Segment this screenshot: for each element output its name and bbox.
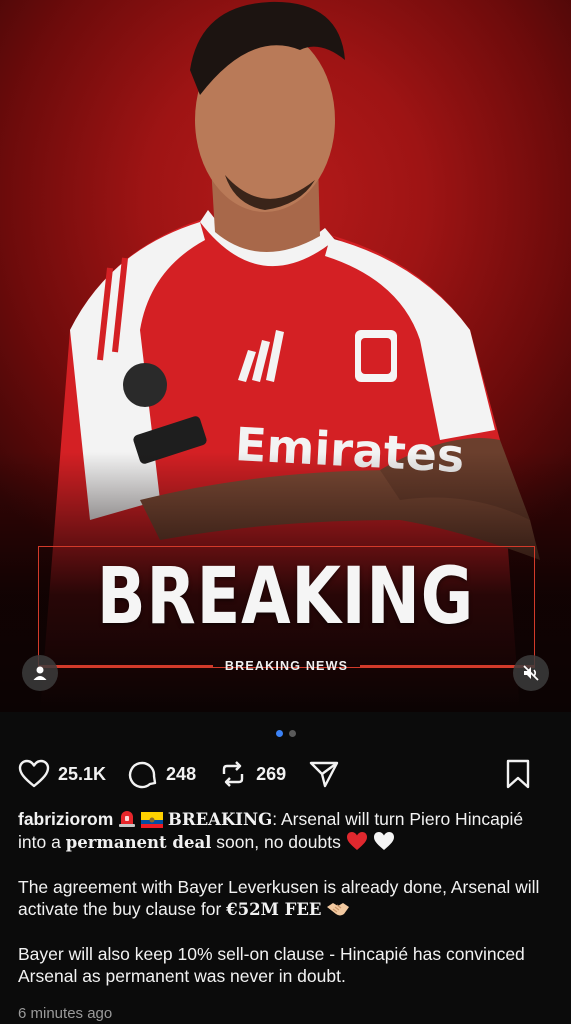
post-actions: 25.1K 248 269 <box>18 756 553 792</box>
bookmark-icon[interactable] <box>505 759 531 789</box>
like-action[interactable]: 25.1K <box>18 759 106 789</box>
username[interactable]: fabriziorom <box>18 809 113 829</box>
siren-icon <box>119 811 136 827</box>
caption-paragraph-2: The agreement with Bayer Leverkusen is a… <box>18 876 553 921</box>
repost-icon[interactable] <box>218 759 248 789</box>
carousel-indicator <box>0 730 571 737</box>
divider <box>38 665 213 667</box>
post-timestamp: 6 minutes ago <box>18 1005 113 1022</box>
breaking-headline: BREAKING <box>96 552 475 642</box>
red-heart-icon <box>346 832 367 850</box>
repost-action[interactable]: 269 <box>218 759 286 789</box>
share-icon[interactable] <box>308 759 340 789</box>
caption-text: Bayer will also keep 10% sell-on clause … <box>18 944 525 986</box>
caption-paragraph-1: fabriziorom BREAKING: Arsenal will turn … <box>18 808 553 854</box>
caption-bold: €52M FEE <box>226 900 322 919</box>
carousel-dot[interactable] <box>288 730 296 737</box>
heart-icon[interactable] <box>18 759 50 789</box>
carousel-dot-active[interactable] <box>275 730 283 737</box>
svg-text:Emirates: Emirates <box>234 417 466 483</box>
repost-count: 269 <box>256 763 287 784</box>
mute-button[interactable] <box>513 655 549 691</box>
comment-action[interactable]: 248 <box>128 759 196 789</box>
breaking-label: BREAKING <box>167 810 273 829</box>
comment-count: 248 <box>166 763 197 784</box>
caption-paragraph-3: Bayer will also keep 10% sell-on clause … <box>18 943 553 987</box>
save-action[interactable] <box>505 759 531 789</box>
handshake-icon <box>327 903 350 916</box>
caption-text: soon, no doubts <box>211 832 346 852</box>
speaker-muted-icon <box>523 665 539 681</box>
divider <box>360 665 535 667</box>
post-media[interactable]: Emirates BREAKING BREAKING NEWS <box>0 0 571 712</box>
breaking-subtitle-row: BREAKING NEWS <box>38 654 535 678</box>
user-icon <box>33 666 47 680</box>
like-count: 25.1K <box>58 763 107 784</box>
tagged-users-button[interactable] <box>22 655 58 691</box>
ecuador-flag-icon <box>141 812 164 828</box>
white-heart-icon <box>373 832 394 850</box>
caption-bold: permanent deal <box>65 833 212 852</box>
breaking-subtitle: BREAKING NEWS <box>224 659 349 673</box>
post-caption: fabriziorom BREAKING: Arsenal will turn … <box>18 808 553 1009</box>
share-action[interactable] <box>308 759 340 789</box>
comment-icon[interactable] <box>128 759 158 789</box>
